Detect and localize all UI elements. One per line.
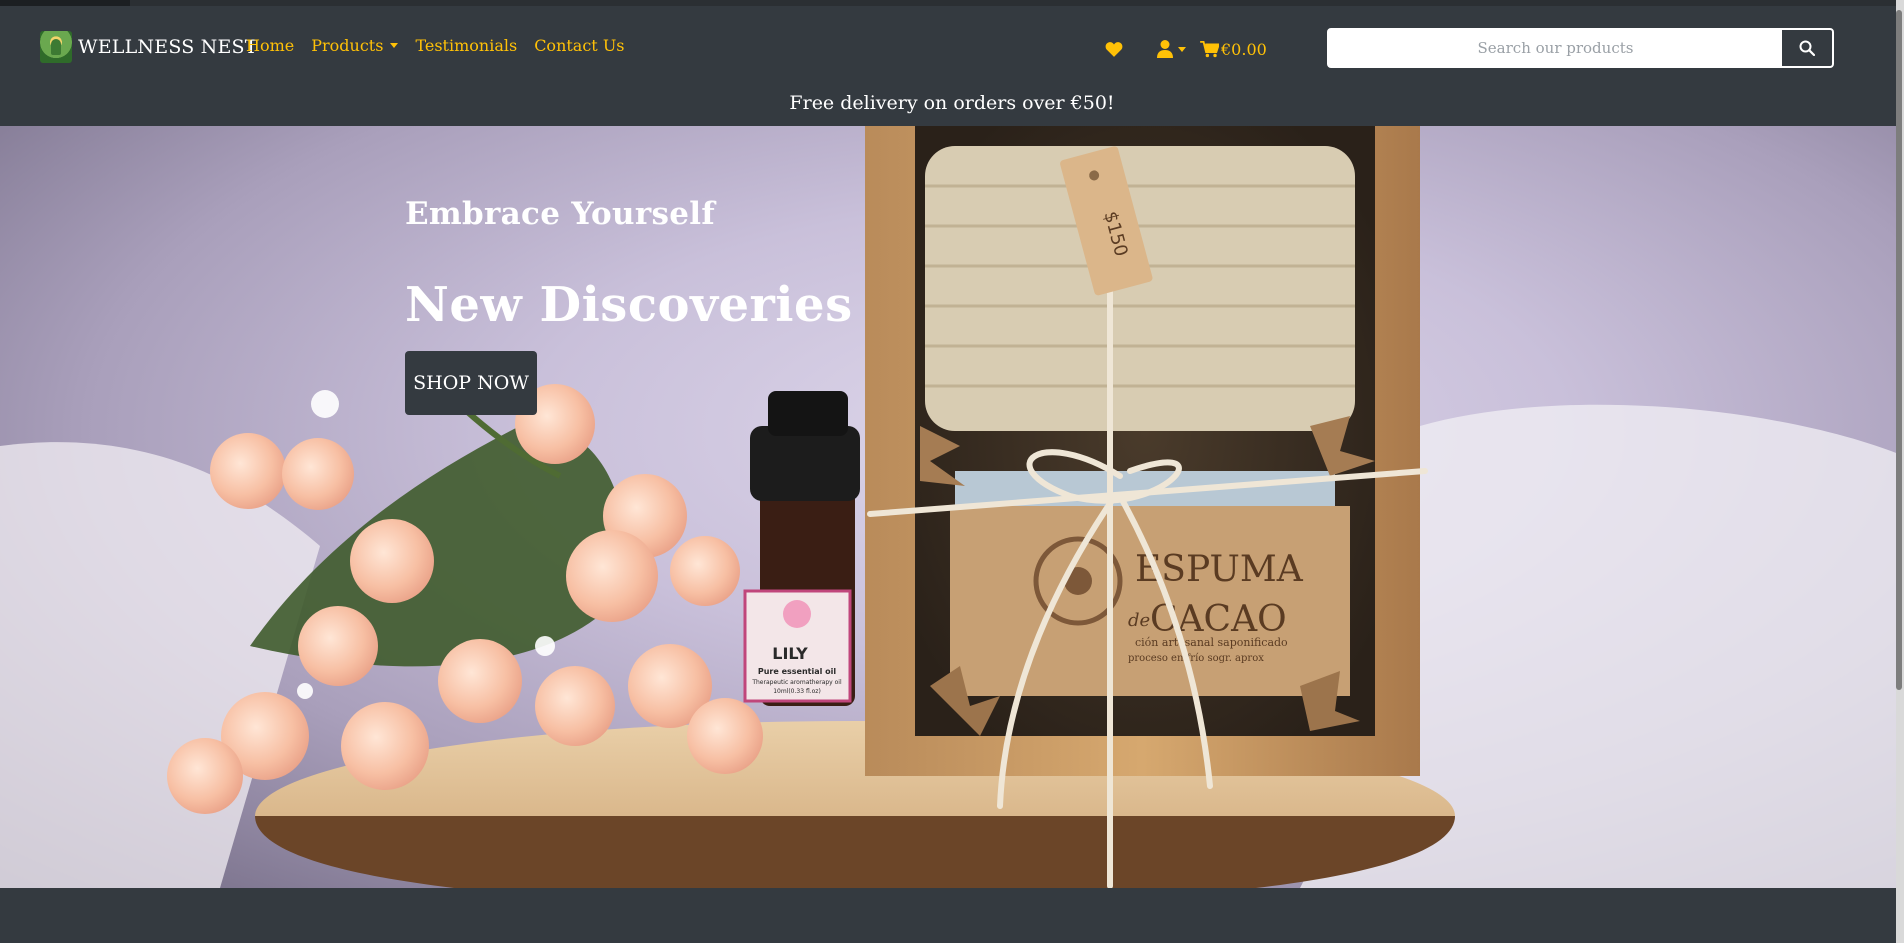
nav-item-home-label: Home — [246, 36, 295, 55]
cart-button[interactable]: €0.00 — [1200, 40, 1267, 59]
hero-subtitle: Embrace Yourself — [405, 196, 715, 232]
nav-item-products[interactable]: Products — [311, 36, 399, 55]
oil-desc-line3: 10ml(0.33 fl.oz) — [773, 688, 821, 695]
meditation-logo-icon — [40, 31, 72, 63]
nav-item-testimonials-label: Testimonials — [415, 36, 518, 55]
header-icons: €0.00 — [1105, 34, 1267, 64]
brand-name: WELLNESS NEST — [78, 36, 258, 58]
oil-name: LILY — [772, 644, 808, 663]
hero-carousel: ESPUMA de CACAO ción artesanal saponific… — [0, 126, 1904, 888]
search-form — [1327, 28, 1834, 68]
scrollbar-thumb[interactable] — [1896, 10, 1902, 690]
user-icon — [1157, 40, 1173, 58]
wishlist-button[interactable] — [1105, 41, 1123, 57]
soap-brand-de: de — [1128, 610, 1150, 631]
nav-item-home[interactable]: Home — [246, 36, 294, 55]
hero-image: ESPUMA de CACAO ción artesanal saponific… — [0, 126, 1904, 888]
navbar: WELLNESS NEST Home Products Testimonials… — [0, 6, 1904, 126]
search-input[interactable] — [1329, 30, 1782, 66]
nav-item-products-label: Products — [311, 36, 384, 55]
account-menu-button[interactable] — [1157, 40, 1186, 58]
oil-desc-line1: Pure essential oil — [758, 667, 837, 676]
promo-banner: Free delivery on orders over €50! — [789, 92, 1115, 114]
main-nav: Home Products Testimonials Contact Us — [246, 36, 625, 55]
nav-item-contact-label: Contact Us — [534, 36, 625, 55]
chevron-down-icon — [390, 43, 399, 48]
heart-icon — [1105, 42, 1123, 57]
hero-title: New Discoveries — [405, 277, 853, 333]
soap-desc-line1: ción artesanal saponificado — [1135, 636, 1288, 649]
shopping-cart-icon — [1200, 40, 1219, 57]
page-footer-band — [0, 888, 1904, 943]
essential-oil-bottle: LILY Pure essential oil Therapeutic arom… — [743, 391, 860, 706]
page-scrollbar[interactable] — [1896, 0, 1904, 943]
shop-now-button[interactable]: SHOP NOW — [405, 351, 537, 415]
chevron-down-icon — [1178, 46, 1186, 52]
cart-total: €0.00 — [1221, 39, 1267, 59]
soap-desc-line2: proceso en frío sogr. aprox — [1128, 653, 1264, 664]
nav-item-testimonials[interactable]: Testimonials — [415, 36, 517, 55]
gift-box: ESPUMA de CACAO ción artesanal saponific… — [865, 126, 1428, 888]
nav-item-contact[interactable]: Contact Us — [534, 36, 624, 55]
search-button[interactable] — [1782, 30, 1832, 66]
oil-desc-line2: Therapeutic aromatherapy oil — [751, 679, 842, 686]
search-icon — [1799, 40, 1815, 56]
brand[interactable]: WELLNESS NEST — [40, 30, 258, 64]
